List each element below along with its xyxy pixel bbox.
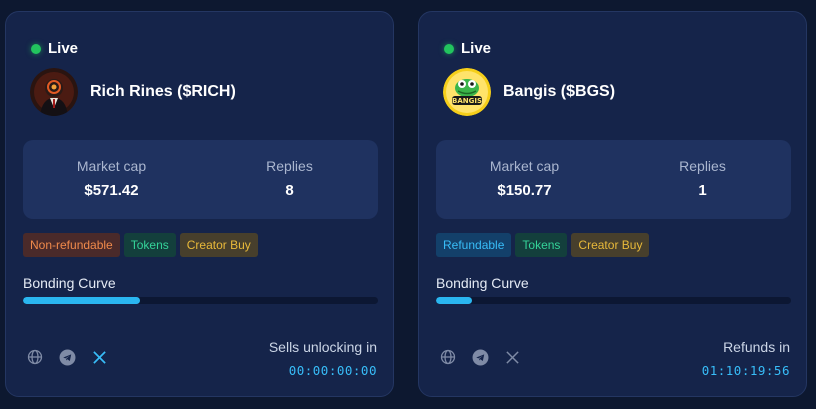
live-dot-icon xyxy=(444,43,454,54)
bangis-avatar: BANGIS xyxy=(443,68,491,116)
countdown-timer: 00:00:00:00 xyxy=(288,363,377,378)
globe-icon[interactable] xyxy=(26,348,44,366)
tag-creator-buy: Creator Buy xyxy=(179,233,258,257)
token-card[interactable]: Live BANGIS Bangis ($BGS) Market cap $15… xyxy=(418,11,807,397)
tag-list: Non-refundable Tokens Creator Buy xyxy=(23,233,258,257)
bangis-avatar-text: BANGIS xyxy=(452,97,482,105)
market-cap-value: $571.42 xyxy=(84,182,139,199)
live-label: Live xyxy=(461,40,492,57)
tag-creator-buy: Creator Buy xyxy=(571,233,650,257)
market-cap-value: $150.77 xyxy=(497,182,552,199)
market-cap-stat: Market cap $150.77 xyxy=(436,158,613,199)
market-cap-label: Market cap xyxy=(76,158,147,174)
timer-label: Refunds in xyxy=(723,339,790,355)
x-icon[interactable] xyxy=(503,348,521,366)
live-indicator: Live xyxy=(444,40,491,57)
token-card-grid: Live Rich Rines ($RICH) Market cap $571.… xyxy=(0,0,816,409)
bonding-curve-bar xyxy=(436,297,791,304)
x-icon[interactable] xyxy=(90,348,108,366)
bonding-curve-label: Bonding Curve xyxy=(436,275,529,291)
replies-value: 1 xyxy=(698,182,707,199)
live-indicator: Live xyxy=(31,40,78,57)
bonding-curve-fill xyxy=(23,297,141,304)
telegram-icon[interactable] xyxy=(471,348,489,366)
social-links xyxy=(439,348,521,366)
tag-list: Refundable Tokens Creator Buy xyxy=(436,233,650,257)
token-name[interactable]: Bangis ($BGS) xyxy=(503,83,615,101)
rich-rines-avatar xyxy=(30,68,78,116)
tag-tokens: Tokens xyxy=(123,233,176,257)
tag-tokens: Tokens xyxy=(515,233,568,257)
bonding-curve-fill xyxy=(436,297,472,304)
token-name[interactable]: Rich Rines ($RICH) xyxy=(90,83,236,101)
market-cap-stat: Market cap $571.42 xyxy=(23,158,200,199)
market-cap-label: Market cap xyxy=(489,158,560,174)
replies-stat: Replies 1 xyxy=(614,158,791,199)
telegram-icon[interactable] xyxy=(58,348,76,366)
tag-non-refundable: Non-refundable xyxy=(23,233,120,257)
replies-label: Replies xyxy=(266,158,313,174)
countdown-timer: 01:10:19:56 xyxy=(701,363,790,378)
globe-icon[interactable] xyxy=(439,348,457,366)
live-dot-icon xyxy=(31,43,41,54)
bonding-curve-label: Bonding Curve xyxy=(23,275,116,291)
replies-label: Replies xyxy=(679,158,726,174)
replies-value: 8 xyxy=(285,182,294,199)
bonding-curve-bar xyxy=(23,297,378,304)
stats-panel: Market cap $150.77 Replies 1 xyxy=(436,140,791,219)
stats-panel: Market cap $571.42 Replies 8 xyxy=(23,140,378,219)
token-card[interactable]: Live Rich Rines ($RICH) Market cap $571.… xyxy=(5,11,394,397)
replies-stat: Replies 8 xyxy=(201,158,378,199)
timer-label: Sells unlocking in xyxy=(268,339,377,355)
tag-refundable: Refundable xyxy=(436,233,512,257)
social-links xyxy=(26,348,108,366)
live-label: Live xyxy=(48,40,79,57)
